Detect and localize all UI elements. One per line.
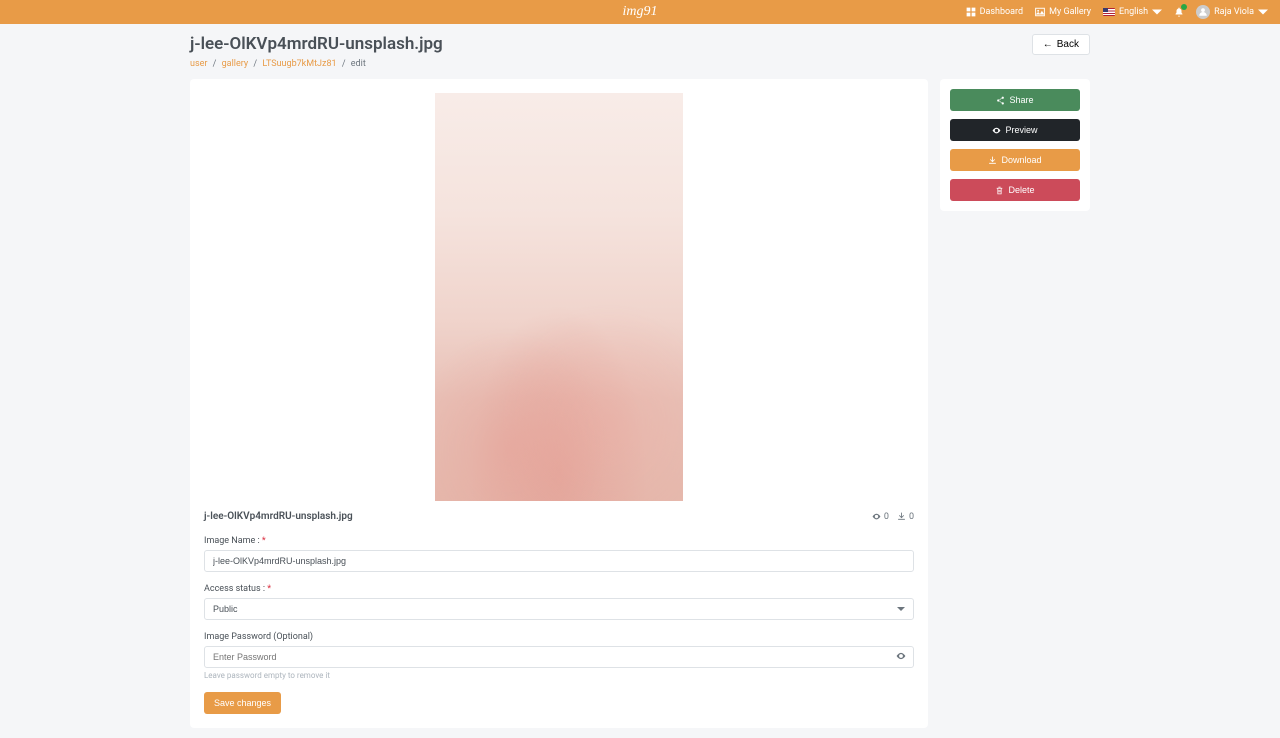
access-status-label: Access status : * xyxy=(204,584,914,594)
trash-icon xyxy=(995,186,1004,195)
back-label: Back xyxy=(1057,39,1079,50)
avatar xyxy=(1196,5,1210,19)
access-status-select[interactable]: Public xyxy=(204,598,914,620)
delete-label: Delete xyxy=(1008,185,1034,195)
share-icon xyxy=(996,96,1005,105)
downloads-stat: 0 xyxy=(897,512,914,522)
gallery-icon xyxy=(1035,7,1045,17)
download-label: Download xyxy=(1001,155,1041,165)
image-preview xyxy=(435,93,683,501)
side-card: Share Preview Download Delete xyxy=(940,79,1090,211)
nav-gallery[interactable]: My Gallery xyxy=(1035,7,1091,17)
download-icon xyxy=(988,156,997,165)
password-label: Image Password (Optional) xyxy=(204,632,914,642)
breadcrumb-id[interactable]: LTSuugb7kMtJz81 xyxy=(262,59,336,69)
eye-icon xyxy=(872,512,881,521)
main-card: j-lee-OlKVp4mrdRU-unsplash.jpg 0 0 Image… xyxy=(190,79,928,728)
download-icon xyxy=(897,512,906,521)
download-button[interactable]: Download xyxy=(950,149,1080,171)
password-input[interactable] xyxy=(204,646,914,668)
views-stat: 0 xyxy=(872,512,889,522)
back-button[interactable]: ← Back xyxy=(1032,34,1090,55)
nav-dashboard-label: Dashboard xyxy=(980,7,1024,17)
password-hint: Leave password empty to remove it xyxy=(204,671,914,680)
arrow-left-icon: ← xyxy=(1043,39,1053,50)
delete-button[interactable]: Delete xyxy=(950,179,1080,201)
eye-icon xyxy=(992,126,1001,135)
nav-gallery-label: My Gallery xyxy=(1049,7,1091,17)
breadcrumb-gallery[interactable]: gallery xyxy=(222,59,249,69)
nav-language-label: English xyxy=(1119,7,1148,17)
chevron-down-icon xyxy=(1152,7,1162,17)
preview-button[interactable]: Preview xyxy=(950,119,1080,141)
navbar: img91 Dashboard My Gallery English Raja … xyxy=(0,0,1280,24)
chevron-down-icon xyxy=(1258,7,1268,17)
nav-user[interactable]: Raja Viola xyxy=(1196,5,1268,19)
nav-user-label: Raja Viola xyxy=(1214,7,1254,17)
brand-logo[interactable]: img91 xyxy=(623,4,658,19)
flag-icon xyxy=(1103,8,1115,16)
image-name-input[interactable] xyxy=(204,550,914,572)
notification-badge xyxy=(1181,4,1187,10)
nav-language[interactable]: English xyxy=(1103,7,1162,17)
breadcrumb-user[interactable]: user xyxy=(190,59,207,69)
image-filename: j-lee-OlKVp4mrdRU-unsplash.jpg xyxy=(204,511,353,522)
nav-notifications[interactable] xyxy=(1174,7,1184,17)
image-name-label: Image Name : * xyxy=(204,536,914,546)
share-label: Share xyxy=(1009,95,1033,105)
share-button[interactable]: Share xyxy=(950,89,1080,111)
nav-dashboard[interactable]: Dashboard xyxy=(966,7,1024,17)
breadcrumb: user / gallery / LTSuugb7kMtJz81 / edit xyxy=(190,59,1090,69)
toggle-password-icon[interactable] xyxy=(896,650,906,664)
user-icon xyxy=(1198,7,1208,17)
save-button[interactable]: Save changes xyxy=(204,692,281,714)
eye-icon xyxy=(896,651,906,661)
page-title: j-lee-OlKVp4mrdRU-unsplash.jpg xyxy=(190,34,443,54)
dashboard-icon xyxy=(966,7,976,17)
breadcrumb-current: edit xyxy=(351,59,366,69)
preview-label: Preview xyxy=(1005,125,1037,135)
